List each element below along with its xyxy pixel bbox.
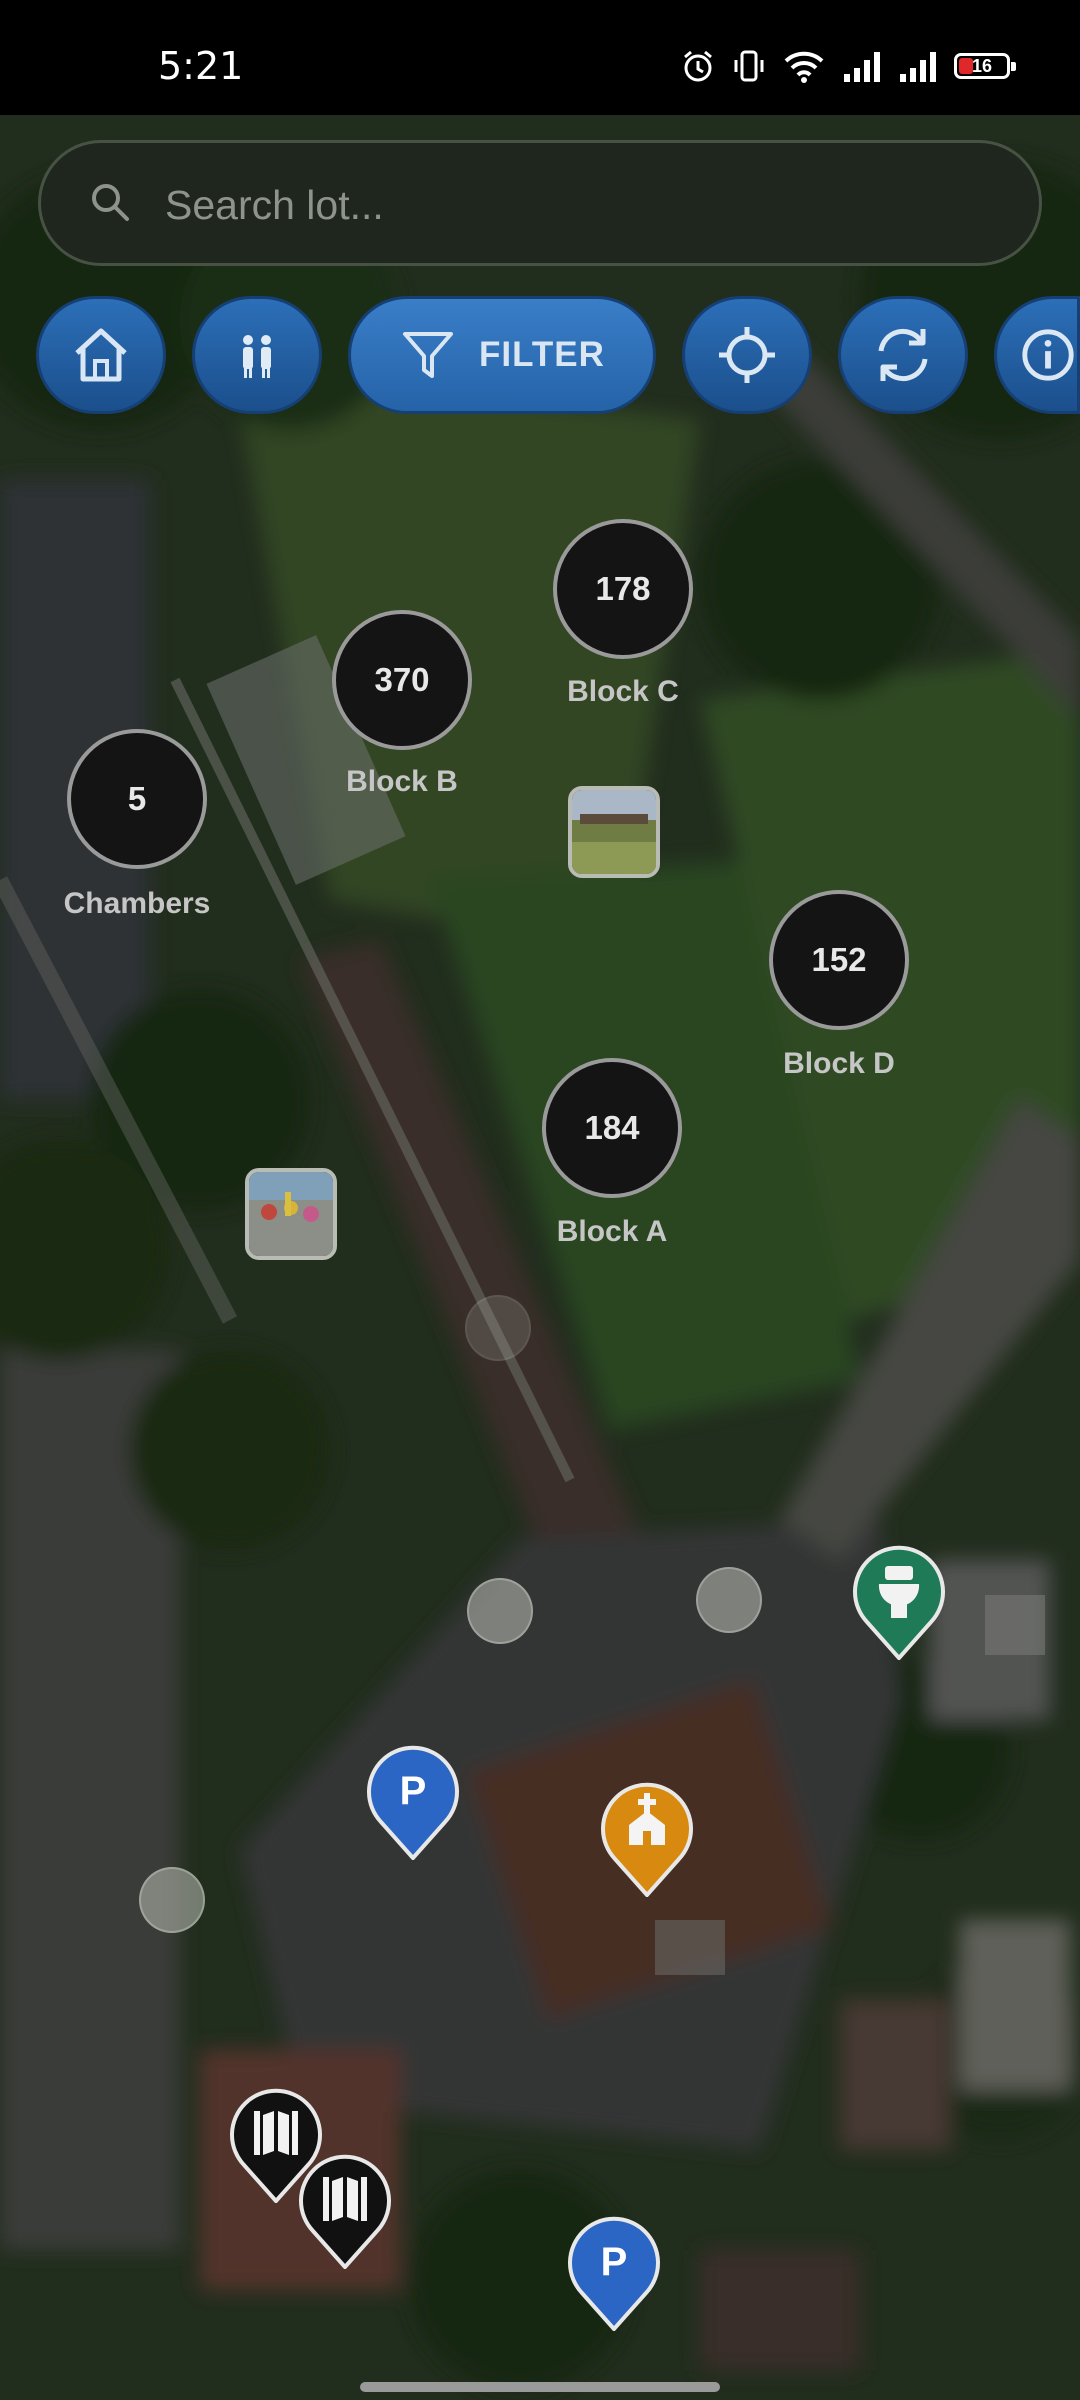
church-pin[interactable] [599, 1779, 695, 1897]
search-bar[interactable] [38, 140, 1042, 266]
map-imagery [0, 115, 1080, 2400]
cluster-label-block-c: Block C [567, 675, 679, 708]
cluster-block-b[interactable]: 370 [332, 610, 472, 750]
cluster-label-chambers: Chambers [63, 887, 211, 920]
parking-icon: P [400, 1769, 427, 1813]
parking-icon: P [601, 2240, 628, 2284]
filter-icon [403, 332, 454, 378]
family-icon [243, 335, 271, 378]
alarm-icon [684, 50, 712, 82]
home-indicator[interactable] [360, 2382, 720, 2392]
photo-marker-flowers[interactable] [245, 1168, 337, 1260]
refresh-button[interactable] [838, 296, 968, 414]
parking-pin-2[interactable]: P [566, 2213, 662, 2331]
signal-icon [844, 52, 880, 82]
status-icons: 16 [680, 48, 1016, 84]
status-bar: 5:21 16 [0, 0, 1080, 115]
search-input[interactable] [163, 171, 987, 239]
cluster-count: 370 [374, 661, 430, 698]
info-icon [1022, 329, 1074, 381]
cluster-block-a[interactable]: 184 [542, 1058, 682, 1198]
location-dot[interactable] [467, 1578, 533, 1644]
cluster-label-block-b: Block B [346, 765, 458, 798]
cluster-count: 184 [584, 1109, 640, 1146]
cluster-block-d[interactable]: 152 [769, 890, 909, 1030]
cluster-count: 5 [127, 780, 147, 817]
home-button[interactable] [36, 296, 166, 414]
cluster-chambers[interactable]: 5 [67, 729, 207, 869]
location-dot[interactable] [139, 1867, 205, 1933]
battery-icon: 16 [954, 53, 1016, 79]
parking-pin-1[interactable]: P [365, 1742, 461, 1860]
gate-pin-2[interactable] [297, 2151, 393, 2269]
wifi-icon [784, 51, 824, 83]
search-icon [92, 184, 129, 221]
refresh-icon [878, 329, 928, 381]
filter-button[interactable]: FILTER [348, 296, 656, 414]
cluster-block-c[interactable]: 178 [553, 519, 693, 659]
toilet-pin[interactable] [851, 1542, 947, 1660]
crosshair-icon [719, 327, 775, 383]
cluster-label-block-a: Block A [556, 1215, 668, 1248]
satellite-map[interactable]: 178 Block C 370 Block B 5 Chambers 152 B… [0, 115, 1080, 2400]
cluster-count: 178 [595, 570, 651, 607]
location-dot[interactable] [696, 1567, 762, 1633]
photo-marker-field[interactable] [568, 786, 660, 878]
home-icon [75, 328, 127, 382]
cluster-label-block-d: Block D [783, 1047, 895, 1080]
filter-label: FILTER [479, 335, 605, 374]
family-button[interactable] [192, 296, 322, 414]
status-time: 5:21 [158, 44, 244, 88]
my-location-button[interactable] [682, 296, 812, 414]
location-dot [465, 1295, 531, 1361]
signal-icon-2 [900, 52, 936, 82]
vibrate-icon [734, 50, 764, 82]
battery-level: 16 [971, 55, 993, 76]
cluster-count: 152 [811, 941, 867, 978]
